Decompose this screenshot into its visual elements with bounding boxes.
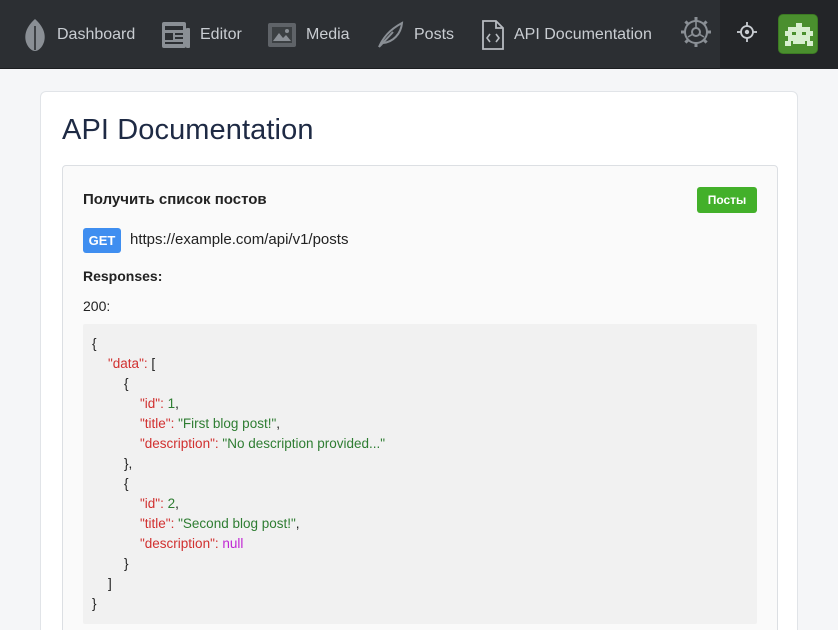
- leaf-badge-icon: [22, 18, 48, 52]
- endpoint-url: https://example.com/api/v1/posts: [130, 231, 349, 248]
- status-code: 200:: [83, 298, 111, 314]
- json-key: "id": [140, 496, 161, 511]
- json-line: {: [92, 336, 97, 351]
- json-key: "description": [140, 536, 215, 551]
- endpoint-title: Получить список постов: [83, 191, 267, 208]
- json-value: 1: [167, 396, 176, 411]
- responses-label: Responses:: [83, 268, 163, 284]
- nav-item-editor[interactable]: Editor: [161, 0, 242, 69]
- avatar[interactable]: [778, 14, 818, 54]
- code-file-icon: [481, 19, 505, 51]
- nav-item-dashboard[interactable]: Dashboard: [22, 0, 135, 69]
- nav-item-media[interactable]: Media: [267, 0, 350, 69]
- nav-label-api-documentation: API Documentation: [514, 25, 652, 43]
- json-line: "id": 1,: [140, 396, 179, 411]
- json-key: "id": [140, 396, 161, 411]
- posts-button[interactable]: Посты: [697, 187, 757, 213]
- feather-icon: [375, 20, 405, 50]
- json-line: "description": null: [140, 536, 244, 551]
- locate-button[interactable]: [733, 0, 761, 69]
- gear-icon: [680, 16, 712, 53]
- json-line: }: [124, 556, 129, 571]
- json-line: "title": "Second blog post!",: [140, 516, 300, 531]
- nav-label-posts: Posts: [414, 25, 455, 43]
- json-line: {: [124, 376, 129, 391]
- json-value: "First blog post!": [178, 416, 277, 431]
- json-line: ]: [108, 576, 112, 591]
- film-image-icon: [267, 21, 297, 49]
- json-line: "data": [: [108, 356, 156, 371]
- json-line: }: [92, 596, 97, 611]
- json-value: 2: [167, 496, 176, 511]
- json-value: null: [222, 536, 244, 551]
- json-key: "title": [140, 416, 171, 431]
- json-line: "description": "No description provided.…: [140, 436, 386, 451]
- main-card: API Documentation Получить список постов…: [40, 91, 798, 630]
- nav-label-dashboard: Dashboard: [57, 25, 136, 43]
- json-value: "No description provided...": [222, 436, 386, 451]
- json-key: "data": [108, 356, 144, 371]
- page-title: API Documentation: [62, 114, 314, 146]
- json-key: "description": [140, 436, 215, 451]
- json-line: "title": "First blog post!",: [140, 416, 281, 431]
- pixel-invader-avatar: [779, 15, 817, 53]
- endpoint-panel: Получить список постов Посты GET https:/…: [62, 165, 778, 630]
- json-line: {: [124, 476, 129, 491]
- nav-label-media: Media: [306, 25, 350, 43]
- newspaper-icon: [161, 20, 191, 50]
- response-json-block: { "data": [ { "id": 1, "title": "First b…: [83, 324, 757, 624]
- json-line: },: [124, 456, 133, 471]
- nav-label-editor: Editor: [200, 25, 242, 43]
- top-navbar: Dashboard Editor Media Posts API Documen…: [0, 0, 838, 69]
- json-key: "title": [140, 516, 171, 531]
- settings-button[interactable]: [676, 0, 716, 69]
- nav-item-posts[interactable]: Posts: [375, 0, 454, 69]
- json-value: "Second blog post!": [178, 516, 296, 531]
- nav-item-api-documentation[interactable]: API Documentation: [481, 0, 652, 69]
- http-method-badge: GET: [83, 228, 121, 253]
- json-line: "id": 2,: [140, 496, 179, 511]
- crosshair-icon: [736, 21, 758, 48]
